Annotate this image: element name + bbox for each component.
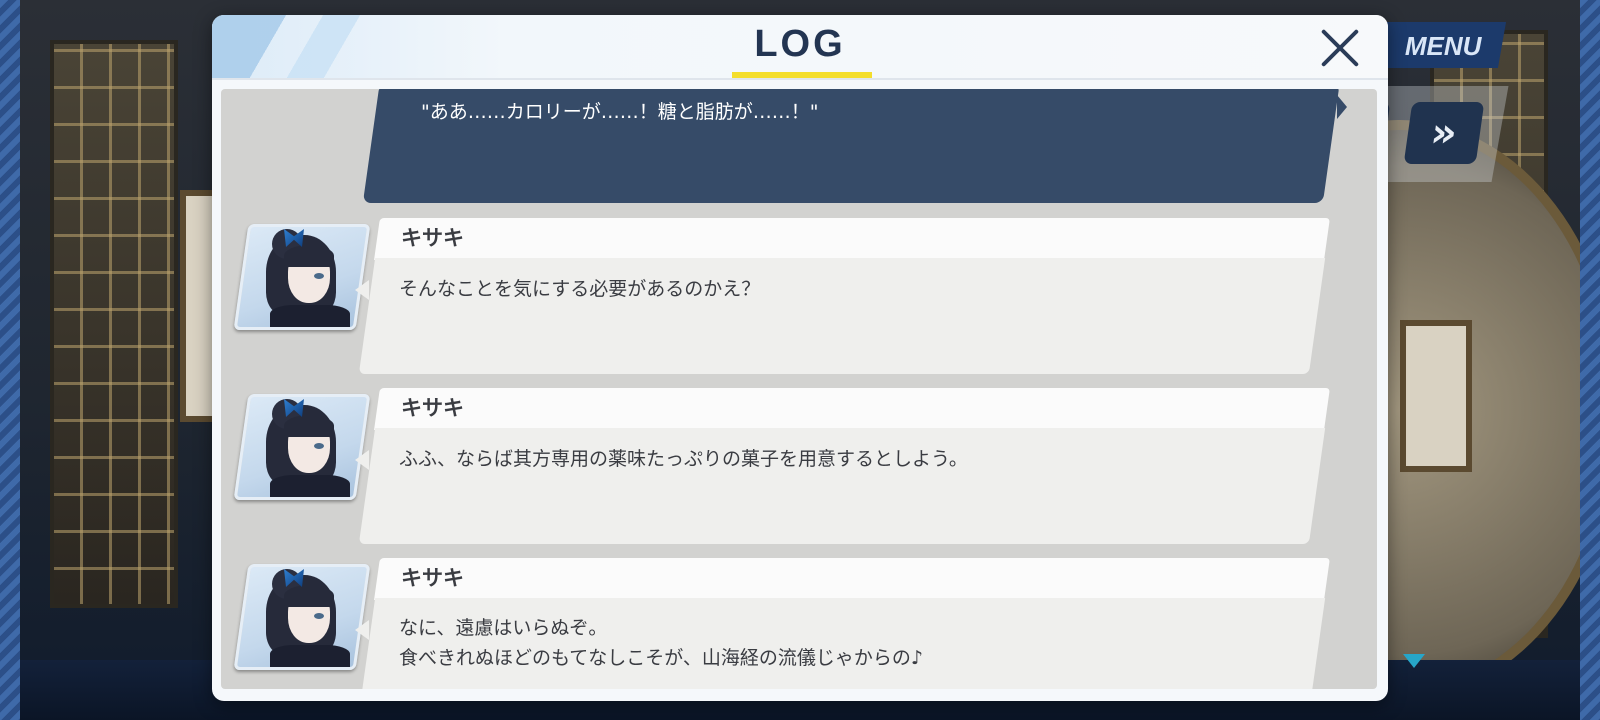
lattice-panel: [50, 40, 178, 608]
log-list[interactable]: "ああ……カロリーが……！糖と脂肪が……！" キサキ そんなことを気にする必要が…: [221, 89, 1377, 689]
speaker-name: キサキ: [401, 396, 464, 420]
name-strip: [374, 388, 1330, 430]
edge-stripe-left: [0, 0, 20, 720]
player-line-notch: [1337, 95, 1347, 119]
close-icon[interactable]: [1317, 25, 1363, 71]
avatar: [233, 224, 371, 330]
bubble-notch: [355, 450, 369, 470]
dialogue-card: キサキ そんなことを気にする必要があるのかえ？: [355, 218, 1330, 374]
speaker-name: キサキ: [401, 566, 464, 590]
dialogue-card: キサキ なに、遠慮はいらぬぞ。 食べきれぬほどのもてなしこそが、山海経の流儀じゃ…: [355, 558, 1330, 689]
dialogue-line: ふふ、ならば其方専用の薬味たっぷりの菓子を用意するとしよう。: [399, 448, 968, 470]
wall-scroll: [1400, 320, 1472, 472]
log-dialog: LOG "ああ……カロリーが……！糖と脂肪が……！" キサキ そんなことを気にす…: [212, 15, 1388, 701]
edge-stripe-right: [1580, 0, 1600, 720]
dialogue-line: 食べきれぬほどのもてなしこそが、山海経の流儀じゃからの♪: [399, 647, 923, 669]
list-item: キサキ そんなことを気にする必要があるのかえ？: [221, 218, 1377, 378]
dialogue-card: キサキ ふふ、ならば其方専用の薬味たっぷりの菓子を用意するとしよう。: [355, 388, 1330, 544]
player-line-entry: "ああ……カロリーが……！糖と脂肪が……！": [221, 89, 1377, 229]
list-item: キサキ ふふ、ならば其方専用の薬味たっぷりの菓子を用意するとしよう。: [221, 388, 1377, 548]
list-item: キサキ なに、遠慮はいらぬぞ。 食べきれぬほどのもてなしこそが、山海経の流儀じゃ…: [221, 558, 1377, 689]
avatar: [233, 564, 371, 670]
dialog-header: LOG: [212, 15, 1388, 79]
fast-forward-icon: »: [1427, 110, 1461, 156]
header-divider: [212, 78, 1388, 80]
menu-button-label: MENU: [1404, 31, 1482, 61]
player-line-text: "ああ……カロリーが……！糖と脂肪が……！": [421, 101, 819, 123]
speaker-name: キサキ: [401, 226, 464, 250]
name-strip: [374, 558, 1330, 600]
next-indicator-icon: [1403, 654, 1425, 668]
avatar: [233, 394, 371, 500]
fast-forward-button[interactable]: »: [1403, 102, 1485, 164]
dialogue-line: なに、遠慮はいらぬぞ。: [399, 617, 608, 639]
bubble-notch: [355, 620, 369, 640]
name-strip: [374, 218, 1330, 260]
dialog-title: LOG: [754, 23, 846, 65]
dialogue-line: そんなことを気にする必要があるのかえ？: [399, 278, 761, 300]
bubble-notch: [355, 280, 369, 300]
